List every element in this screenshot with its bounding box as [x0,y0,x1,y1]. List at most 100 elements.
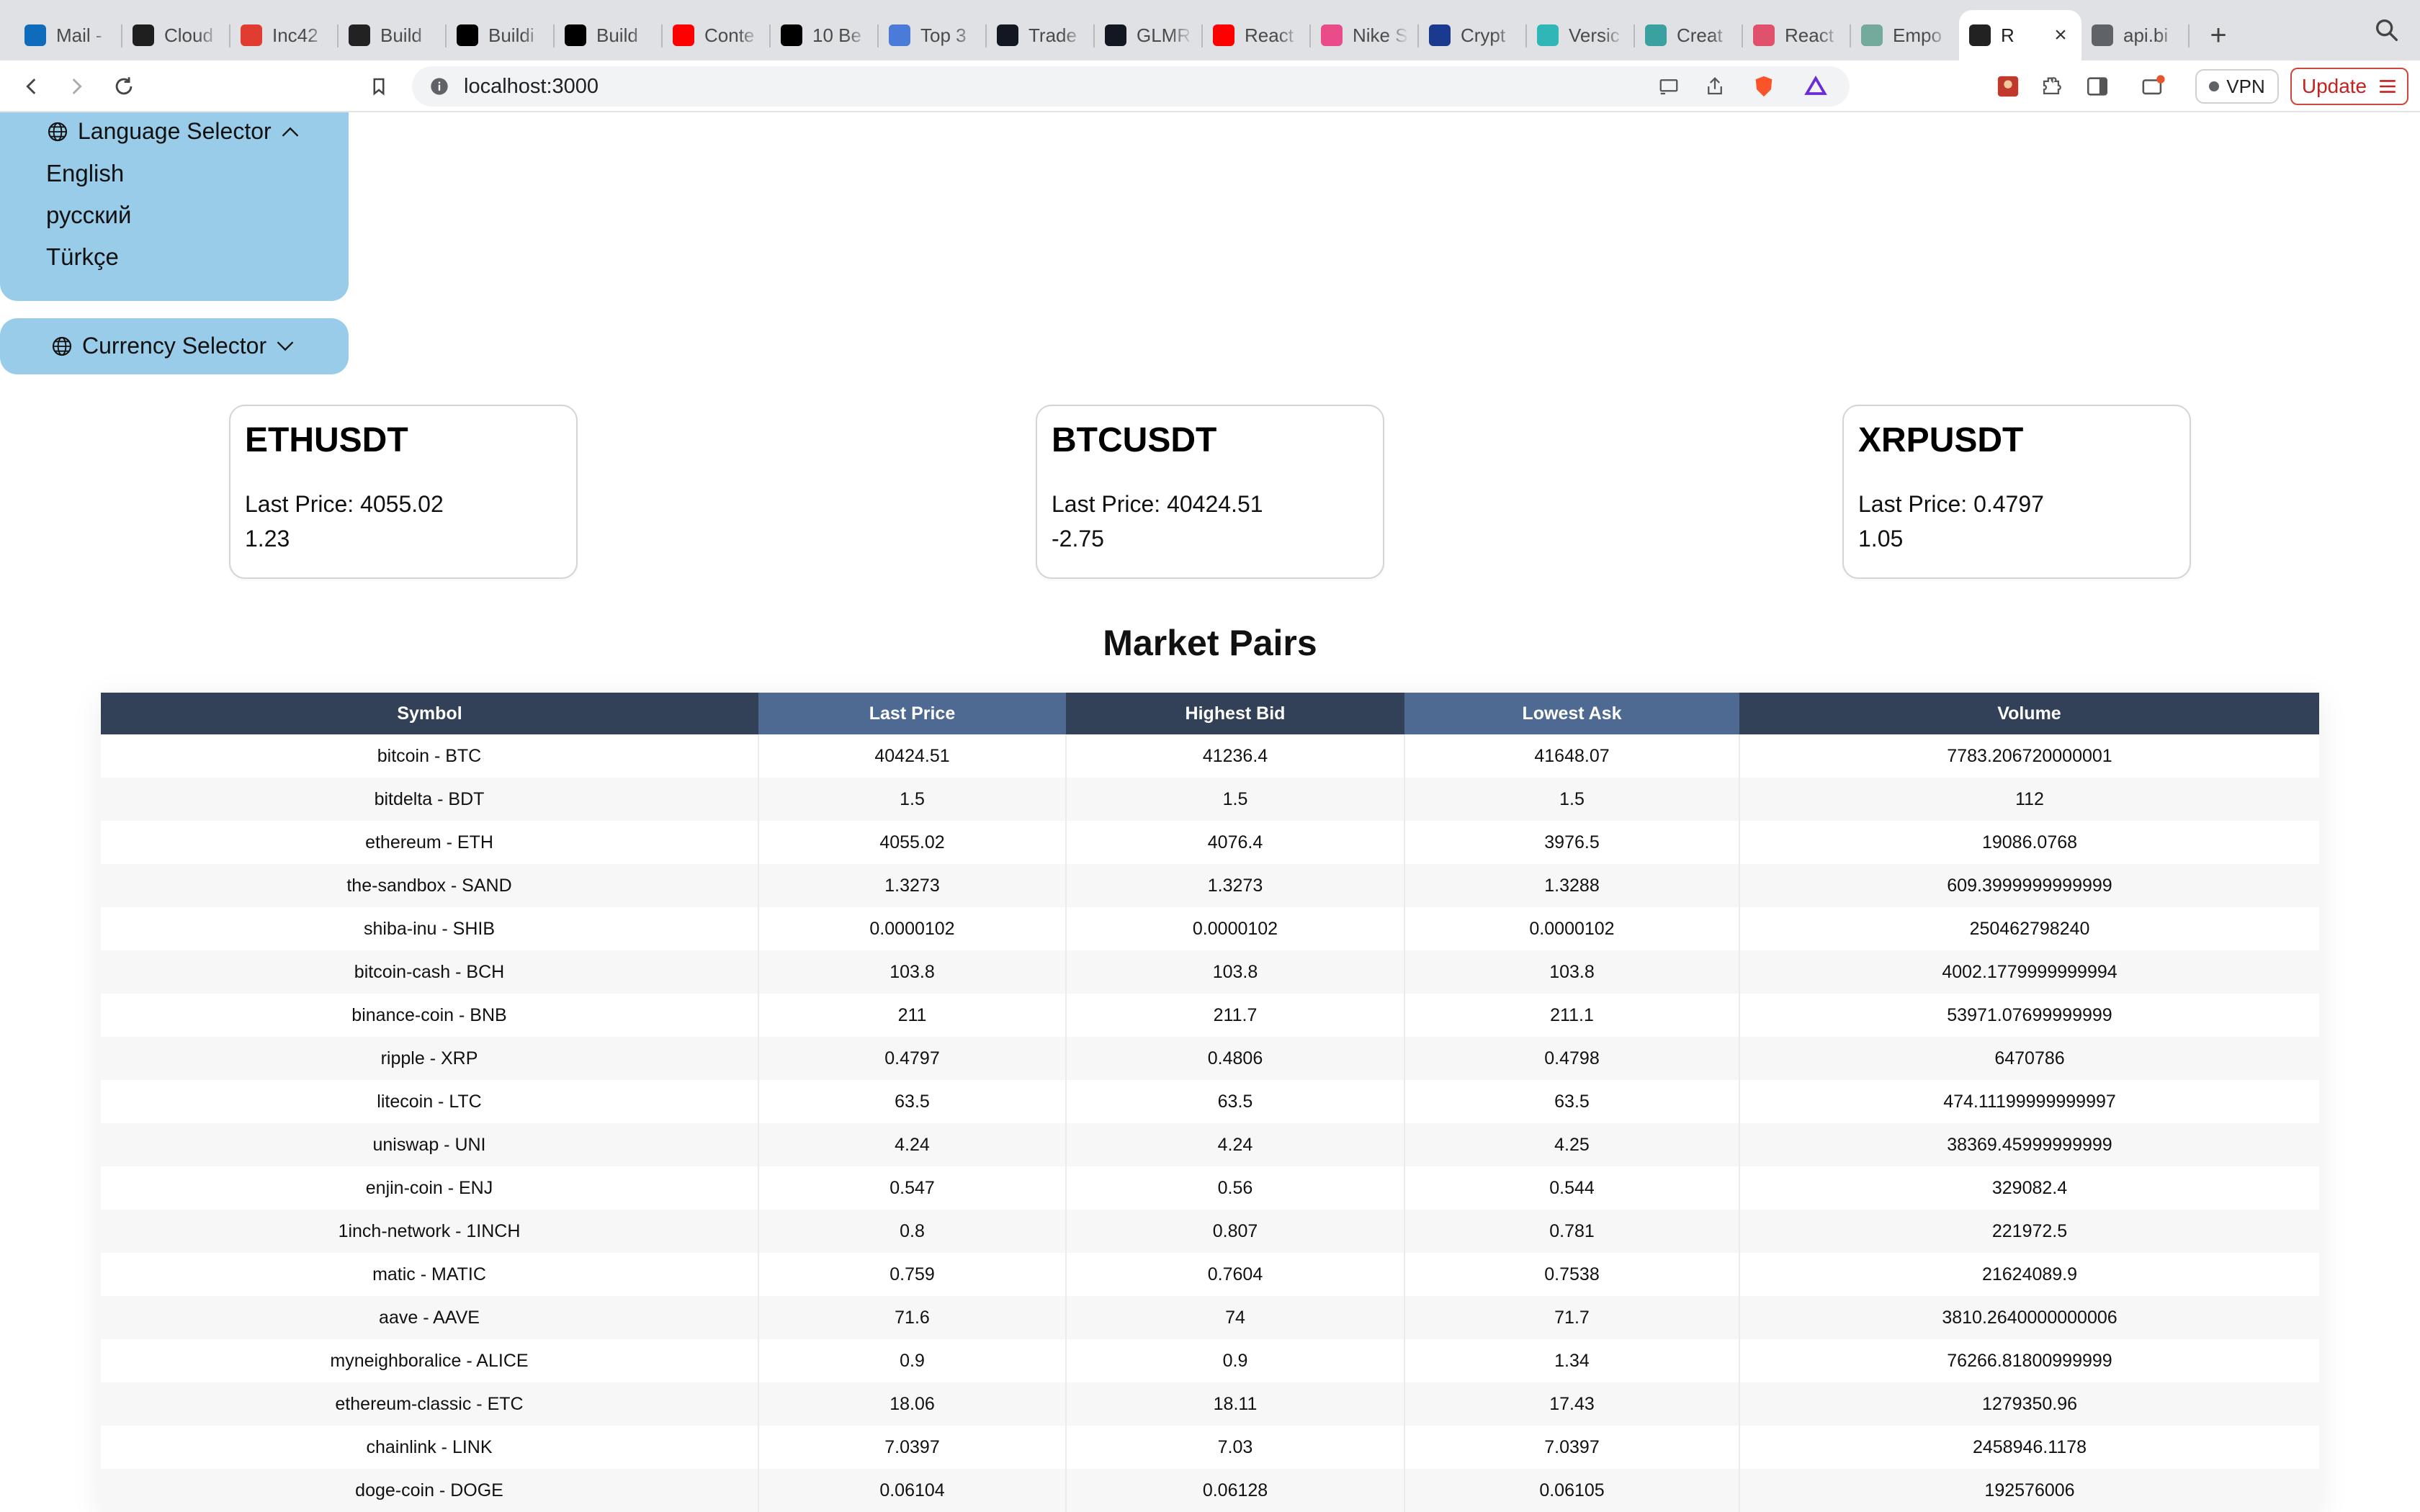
dribbble-icon [1321,24,1343,46]
language-selector-toggle[interactable]: Language Selector [46,118,300,145]
column-header-lowest-ask[interactable]: Lowest Ask [1404,693,1739,734]
table-cell-highest-bid: 63.5 [1066,1080,1405,1123]
table-cell-volume: 474.11199999999997 [1739,1080,2319,1123]
browser-tab[interactable]: Build [555,10,663,60]
browser-tab[interactable]: Nike S [1311,10,1419,60]
table-cell-highest-bid: 0.56 [1066,1166,1405,1210]
bolt-icon [1537,24,1559,46]
table-row: myneighboralice - ALICE 0.9 0.9 1.34 76266.8… [101,1339,2319,1382]
table-cell-volume: 329082.4 [1739,1166,2319,1210]
table-cell-highest-bid: 7.03 [1066,1426,1405,1469]
site-info-icon[interactable] [429,76,449,96]
table-cell-highest-bid: 0.9 [1066,1339,1405,1382]
browser-tab[interactable]: Crypt [1419,10,1527,60]
browser-tab[interactable]: React [1203,10,1311,60]
address-bar[interactable]: localhost:3000 [412,66,1850,107]
back-button[interactable] [16,71,48,102]
column-header-highest-bid[interactable]: Highest Bid [1066,693,1404,734]
language-option-turkish[interactable]: Türkçe [46,243,119,271]
tradingview-icon [997,24,1018,46]
share-icon[interactable] [1704,76,1726,97]
tab-search-icon[interactable] [2372,16,2401,45]
price-card-btcusdt: BTCUSDT Last Price: 40424.51 -2.75 [1036,405,1384,579]
column-header-last-price[interactable]: Last Price [758,693,1066,734]
brave-shield-icon[interactable] [1752,73,1776,99]
currency-selector[interactable]: Currency Selector [0,318,349,374]
browser-tab[interactable]: Creat [1635,10,1743,60]
browser-tab[interactable]: Build [339,10,447,60]
reload-button[interactable] [108,71,140,102]
table-cell-last-price: 103.8 [758,950,1067,994]
browser-tab[interactable]: R × [1959,10,2081,60]
sidebar-toggle-button[interactable] [2081,71,2113,102]
tab-title: Nike S [1353,24,1408,46]
column-header-volume[interactable]: Volume [1739,693,2319,734]
new-tab-button[interactable]: + [2197,10,2240,60]
language-option-english[interactable]: English [46,160,124,187]
plus-icon: + [2210,19,2227,51]
brave-rewards-icon[interactable] [1803,76,1828,97]
table-cell-symbol: doge-coin - DOGE [101,1469,759,1512]
table-cell-highest-bid: 4076.4 [1066,821,1405,864]
table-cell-symbol: binance-coin - BNB [101,994,759,1037]
browser-tab[interactable]: api.bi [2081,10,2190,60]
language-option-russian[interactable]: русский [46,202,131,229]
card-symbol: ETHUSDT [245,421,408,459]
tradingview-icon [1105,24,1126,46]
browser-tab[interactable]: Inc42 [230,10,339,60]
language-selector-title: Language Selector [78,118,272,144]
table-cell-volume: 6470786 [1739,1037,2319,1080]
table-cell-last-price: 0.9 [758,1339,1067,1382]
browser-tab[interactable]: Versic [1527,10,1635,60]
table-row: doge-coin - DOGE 0.06104 0.06128 0.06105 192… [101,1469,2319,1512]
browser-tab[interactable]: Mail - [14,10,122,60]
table-cell-highest-bid: 1.3273 [1066,864,1405,907]
browser-tab[interactable]: Trade [987,10,1095,60]
table-cell-volume: 7783.206720000001 [1739,734,2319,778]
card-last-price: Last Price: 4055.02 [245,491,444,518]
table-cell-highest-bid: 4.24 [1066,1123,1405,1166]
table-cell-lowest-ask: 103.8 [1404,950,1740,994]
youtube-icon [673,24,694,46]
column-header-symbol[interactable]: Symbol [101,693,758,734]
medium-icon [457,24,478,46]
browser-tab[interactable]: Conte [663,10,771,60]
table-cell-volume: 609.3999999999999 [1739,864,2319,907]
vpn-label: VPN [2226,75,2265,97]
card-price-value: 0.4797 [1973,491,2044,517]
youtube-icon [1213,24,1234,46]
extension-button[interactable] [1992,71,2024,102]
table-cell-lowest-ask: 0.544 [1404,1166,1740,1210]
inc42-icon [241,24,262,46]
update-button[interactable]: Update [2290,68,2408,105]
browser-tab[interactable]: Top 3 [879,10,987,60]
hamburger-menu-icon [2380,80,2396,93]
forward-button[interactable] [60,71,92,102]
browser-tab[interactable]: React [1743,10,1851,60]
wallet-button[interactable] [2138,71,2169,102]
currency-selector-toggle[interactable]: Currency Selector [50,333,295,359]
bookmark-button[interactable] [363,71,395,102]
browser-tab[interactable]: 10 Be [771,10,879,60]
vpn-button[interactable]: VPN [2195,69,2279,104]
cast-icon[interactable] [1657,76,1681,97]
close-tab-icon[interactable]: × [2050,23,2071,48]
table-row: uniswap - UNI 4.24 4.24 4.25 38369.459999999… [101,1123,2319,1166]
browser-tab[interactable]: Buildi [447,10,555,60]
extensions-menu-button[interactable] [2035,71,2067,102]
table-row: aave - AAVE 71.6 74 71.7 3810.2640000000006 [101,1296,2319,1339]
table-cell-lowest-ask: 211.1 [1404,994,1740,1037]
table-row: litecoin - LTC 63.5 63.5 63.5 474.1119999999… [101,1080,2319,1123]
browser-tab[interactable]: GLMR [1095,10,1203,60]
browser-tab[interactable]: Cloud [122,10,230,60]
browser-tab[interactable]: Empo [1851,10,1959,60]
build-icon [349,24,370,46]
table-cell-last-price: 63.5 [758,1080,1067,1123]
card-price-label: Last Price: [245,491,354,517]
extension-avatar-icon [1997,76,2019,97]
currency-selector-title: Currency Selector [82,333,267,359]
sidebar-icon [2087,77,2108,96]
table-cell-last-price: 0.8 [758,1210,1067,1253]
market-pairs-table: Symbol Last Price Highest Bid Lowest Ask… [101,693,2319,1512]
card-last-price: Last Price: 40424.51 [1052,491,1263,518]
